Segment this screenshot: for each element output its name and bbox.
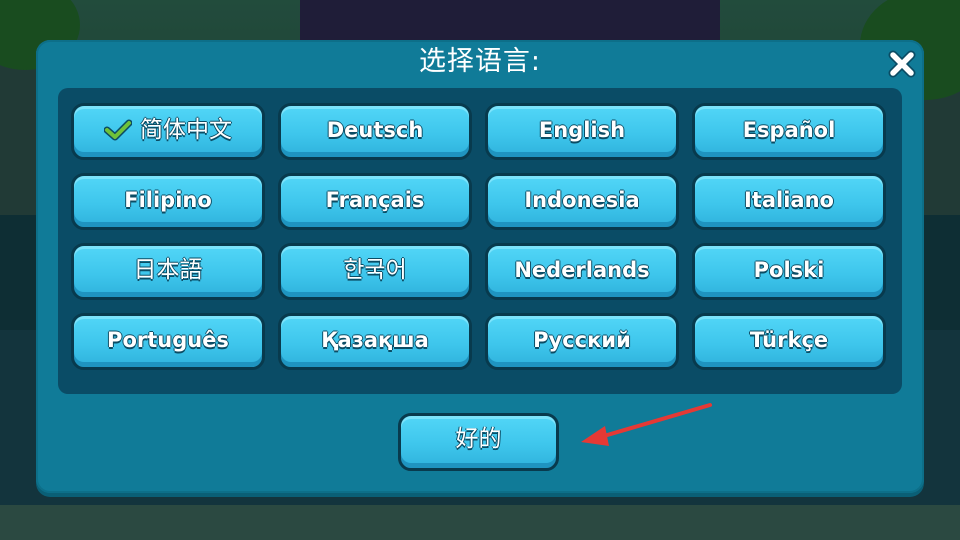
language-button[interactable]: Қазақша [278,313,472,370]
close-x-icon [888,50,916,78]
language-button[interactable]: Türkçe [692,313,886,370]
language-label: Türkçe [749,327,829,352]
language-label: Português [107,327,229,352]
language-label: Indonesia [524,187,640,212]
close-button[interactable] [886,48,918,80]
language-grid-panel: 简体中文 Deutsch English Español Filipino Françai… [58,88,902,394]
language-dialog: 选择语言: 简体中文 Deutsch English Español Filipino F… [36,40,924,493]
game-screen: 选择语言: 简体中文 Deutsch English Español Filipino F… [0,0,960,540]
language-button[interactable]: Polski [692,243,886,300]
language-button[interactable]: Filipino [71,173,265,230]
checkmark-icon [104,119,132,140]
language-label: 한국어 [343,256,407,283]
language-label: Español [742,117,836,142]
language-button[interactable]: Français [278,173,472,230]
red-arrow-annotation [581,403,712,446]
language-label: Filipino [124,187,212,212]
language-label: Français [325,187,425,212]
language-button[interactable]: 日本語 [71,243,265,300]
language-button[interactable]: Русский [485,313,679,370]
language-label: 简体中文 [140,116,232,143]
language-button[interactable]: Nederlands [485,243,679,300]
language-label: Italiano [744,187,834,212]
language-button[interactable]: Português [71,313,265,370]
language-label: Polski [753,257,825,282]
language-label: 日本語 [133,256,203,283]
language-button[interactable]: Italiano [692,173,886,230]
language-label: Русский [533,327,631,352]
language-button[interactable]: English [485,103,679,160]
ok-button[interactable]: 好的 [398,413,559,471]
language-button[interactable]: Español [692,103,886,160]
language-button[interactable]: Deutsch [278,103,472,160]
language-button[interactable]: 简体中文 [71,103,265,160]
language-label: Nederlands [514,257,650,282]
language-label: English [538,117,626,142]
language-grid: 简体中文 Deutsch English Español Filipino Françai… [71,103,886,370]
language-button[interactable]: Indonesia [485,173,679,230]
language-label: Deutsch [326,117,424,142]
language-button[interactable]: 한국어 [278,243,472,300]
language-label: Қазақша [321,327,429,352]
dialog-title: 选择语言: [418,46,542,77]
